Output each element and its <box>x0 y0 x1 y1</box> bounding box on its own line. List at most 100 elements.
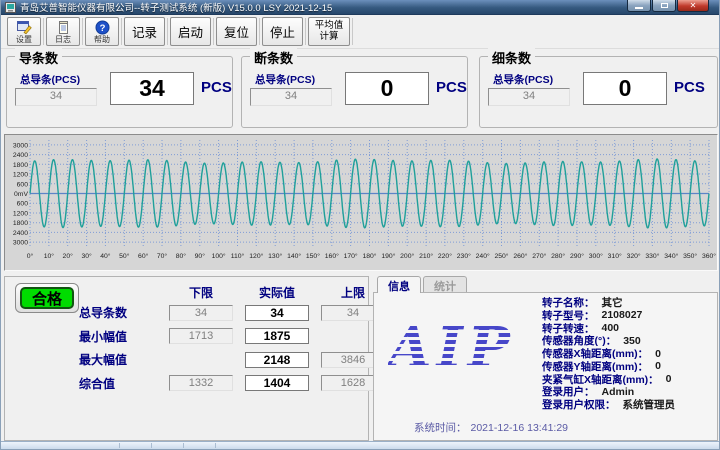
column-header: 实际值 <box>245 284 309 301</box>
svg-text:2400: 2400 <box>13 230 28 237</box>
window-title: 青岛艾普智能仪器有限公司--转子测试系统 (新版) V15.0.0 LSY 20… <box>20 0 715 14</box>
total-bars-field: 34 <box>15 88 97 106</box>
actual-field[interactable]: 1404 <box>245 375 309 391</box>
svg-text:220°: 220° <box>438 252 452 260</box>
settings-button[interactable]: 设置 <box>7 17 41 46</box>
info-field-value: 其它 <box>602 295 623 310</box>
svg-text:30°: 30° <box>81 252 92 260</box>
bar-count-group: 导条数总导条(PCS)3434PCS <box>6 56 233 128</box>
svg-text:1800: 1800 <box>13 162 28 169</box>
row-label: 综合值 <box>69 375 157 392</box>
column-header: 下限 <box>169 284 233 301</box>
start-button[interactable]: 启动 <box>170 17 211 46</box>
svg-text:1200: 1200 <box>13 172 28 179</box>
tab-info[interactable]: 信息 <box>377 276 421 293</box>
aip-logo: AIP <box>388 319 560 379</box>
reset-button[interactable]: 复位 <box>216 17 257 46</box>
svg-text:260°: 260° <box>513 252 527 260</box>
svg-text:270°: 270° <box>532 252 546 260</box>
unit-label: PCS <box>674 79 705 96</box>
window-controls: ✕ <box>627 0 709 12</box>
log-button[interactable]: 日志 <box>46 17 80 46</box>
svg-text:340°: 340° <box>664 252 678 260</box>
svg-text:1800: 1800 <box>13 220 28 227</box>
maximize-button[interactable] <box>652 0 676 12</box>
bar-count-group-title: 导条数 <box>15 48 62 67</box>
lower-field: 1713 <box>169 328 233 344</box>
lower-field: 1332 <box>169 375 233 391</box>
minimize-button[interactable] <box>627 0 651 12</box>
svg-text:100°: 100° <box>212 252 226 260</box>
svg-text:250°: 250° <box>494 252 508 260</box>
svg-text:140°: 140° <box>287 252 301 260</box>
svg-text:110°: 110° <box>231 252 245 260</box>
tab-stats[interactable]: 统计 <box>423 276 467 293</box>
svg-text:3000: 3000 <box>13 240 28 247</box>
waveform-chart-svg: 0°10°20°30°40°50°60°70°80°90°100°110°120… <box>5 135 717 270</box>
close-button[interactable]: ✕ <box>677 0 709 12</box>
total-bars-label: 总导条(PCS) <box>493 72 553 87</box>
thin-bar-count-group-value-field[interactable]: 0 <box>583 72 667 105</box>
toolbar-separator <box>82 18 83 45</box>
total-bars-field: 34 <box>488 88 570 106</box>
svg-text:120°: 120° <box>249 252 263 260</box>
toolbar-separator <box>167 18 168 45</box>
stop-button[interactable]: 停止 <box>262 17 303 46</box>
titlebar: 青岛艾普智能仪器有限公司--转子测试系统 (新版) V15.0.0 LSY 20… <box>1 0 719 15</box>
broken-bar-count-group-value-field[interactable]: 0 <box>345 72 429 105</box>
info-field-value: 0 <box>655 348 661 360</box>
svg-text:330°: 330° <box>645 252 659 260</box>
result-panel: 合格 下限实际值上限总导条数343434最小幅值17131875最大幅值2148… <box>4 276 369 441</box>
record-button[interactable]: 记录 <box>124 17 165 46</box>
statusbar-separator <box>183 443 184 448</box>
svg-text:1200: 1200 <box>13 211 28 218</box>
help-button[interactable]: ?帮助 <box>85 17 119 46</box>
svg-text:130°: 130° <box>268 252 282 260</box>
toolbar-separator <box>213 18 214 45</box>
minimize-icon <box>635 7 643 9</box>
system-time-label: 系统时间： <box>414 422 467 434</box>
info-field-value: 350 <box>623 335 641 347</box>
svg-text:180°: 180° <box>362 252 376 260</box>
total-bars-label: 总导条(PCS) <box>255 72 315 87</box>
actual-field[interactable]: 2148 <box>245 352 309 368</box>
svg-text:70°: 70° <box>157 252 168 260</box>
app-icon <box>5 2 16 13</box>
pass-badge-label: 合格 <box>20 287 74 309</box>
bar-count-group-value-field[interactable]: 34 <box>110 72 194 105</box>
svg-text:310°: 310° <box>608 252 622 260</box>
svg-text:170°: 170° <box>344 252 358 260</box>
row-label: 总导条数 <box>69 304 157 321</box>
actual-field[interactable]: 34 <box>245 305 309 321</box>
svg-text:60°: 60° <box>138 252 149 260</box>
svg-text:50°: 50° <box>119 252 130 260</box>
svg-text:0mV: 0mV <box>14 191 28 198</box>
svg-text:2400: 2400 <box>13 152 28 159</box>
help-icon: ? <box>95 20 110 35</box>
application-window: 青岛艾普智能仪器有限公司--转子测试系统 (新版) V15.0.0 LSY 20… <box>0 0 720 450</box>
svg-text:10°: 10° <box>44 252 55 260</box>
svg-text:200°: 200° <box>400 252 414 260</box>
average-calc-button[interactable]: 平均值计算 <box>308 17 350 46</box>
toolbar-separator <box>43 18 44 45</box>
svg-text:160°: 160° <box>325 252 339 260</box>
toolbar-separator <box>352 18 353 45</box>
svg-text:600: 600 <box>17 201 29 208</box>
svg-text:80°: 80° <box>176 252 187 260</box>
row-label: 最小幅值 <box>69 328 157 345</box>
unit-label: PCS <box>436 79 467 96</box>
svg-text:280°: 280° <box>551 252 565 260</box>
lower-field: 34 <box>169 305 233 321</box>
svg-text:360°: 360° <box>702 252 716 260</box>
toolbar-separator <box>305 18 306 45</box>
actual-field[interactable]: 1875 <box>245 328 309 344</box>
info-field-label: 登录用户权限： <box>542 397 616 412</box>
statusbar-separator <box>119 443 120 448</box>
svg-text:?: ? <box>99 23 105 34</box>
info-field-value: 系统管理员 <box>623 397 676 412</box>
toolbar-separator <box>259 18 260 45</box>
thin-bar-count-group: 细条数总导条(PCS)340PCS <box>479 56 718 128</box>
settings-button-label: 设置 <box>16 36 32 44</box>
svg-text:20°: 20° <box>63 252 74 260</box>
svg-text:240°: 240° <box>476 252 490 260</box>
